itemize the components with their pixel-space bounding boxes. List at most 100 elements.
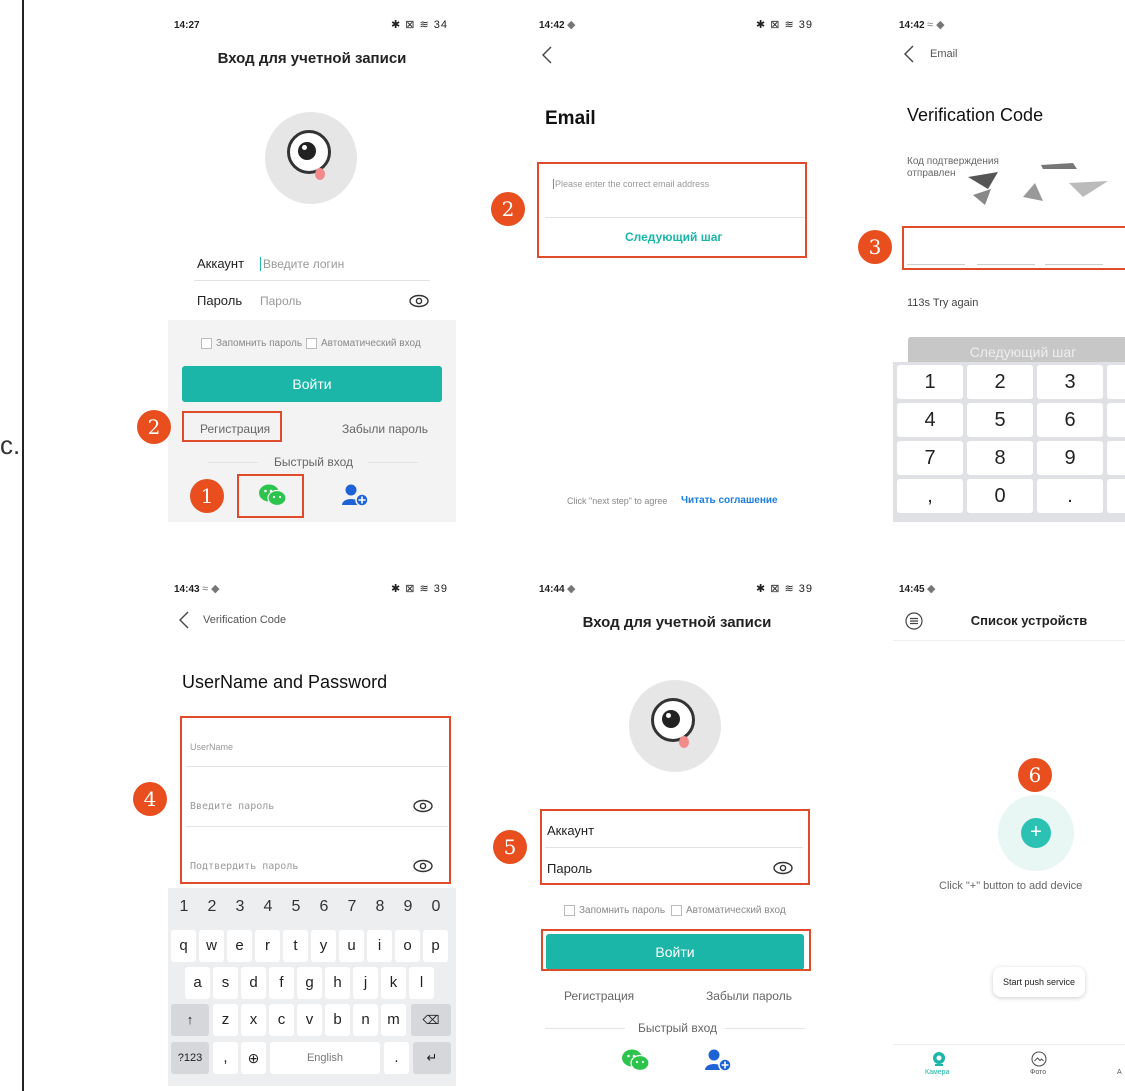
login-button[interactable]: Войти bbox=[182, 366, 442, 402]
show-password-icon[interactable] bbox=[409, 294, 429, 308]
key[interactable]: g bbox=[297, 967, 322, 999]
key[interactable]: s bbox=[213, 967, 238, 999]
key[interactable]: 1 bbox=[897, 365, 963, 399]
notification-icon: ≈ ◆ bbox=[202, 583, 220, 595]
key[interactable]: 7 bbox=[897, 441, 963, 475]
key[interactable]: t bbox=[283, 930, 308, 962]
password-input[interactable]: Пароль bbox=[260, 294, 302, 308]
key[interactable]: 3 bbox=[226, 898, 254, 916]
key[interactable]: 2 bbox=[198, 898, 226, 916]
photo-tab-icon[interactable] bbox=[1031, 1051, 1047, 1067]
key[interactable]: n bbox=[353, 1004, 378, 1036]
push-service-toast[interactable]: Start push service bbox=[993, 967, 1085, 997]
key[interactable]: 6 bbox=[310, 898, 338, 916]
enter-key[interactable]: ↵ bbox=[413, 1042, 451, 1074]
key[interactable]: i bbox=[367, 930, 392, 962]
key[interactable]: 8 bbox=[366, 898, 394, 916]
add-user-icon[interactable] bbox=[340, 483, 370, 507]
key[interactable]: h bbox=[325, 967, 350, 999]
key[interactable]: 9 bbox=[394, 898, 422, 916]
comma-key[interactable]: , bbox=[213, 1042, 238, 1074]
highlight-wechat bbox=[237, 474, 304, 518]
key[interactable] bbox=[1107, 365, 1125, 399]
key[interactable]: y bbox=[311, 930, 336, 962]
page-title: Email bbox=[545, 108, 596, 129]
status-bar: 14:42 ≈ ◆ bbox=[893, 12, 1125, 38]
divider bbox=[893, 640, 1125, 641]
key[interactable]: 0 bbox=[967, 479, 1033, 513]
key[interactable]: 1 bbox=[170, 898, 198, 916]
key[interactable]: , bbox=[897, 479, 963, 513]
back-arrow-icon[interactable] bbox=[903, 45, 915, 63]
tab-camera[interactable]: Камера bbox=[925, 1069, 949, 1076]
key[interactable]: m bbox=[381, 1004, 406, 1036]
add-user-icon[interactable] bbox=[703, 1048, 733, 1072]
key[interactable]: j bbox=[353, 967, 378, 999]
key[interactable]: 4 bbox=[897, 403, 963, 437]
key[interactable] bbox=[1107, 479, 1125, 513]
key[interactable]: o bbox=[395, 930, 420, 962]
period-key[interactable]: . bbox=[384, 1042, 409, 1074]
key[interactable]: . bbox=[1037, 479, 1103, 513]
key[interactable]: p bbox=[423, 930, 448, 962]
forgot-password-link[interactable]: Забыли пароль bbox=[342, 422, 428, 436]
divider bbox=[545, 1028, 625, 1029]
status-bar: 14:42 ◆ ✱ ⊠ ≋ 39 bbox=[533, 12, 821, 38]
key[interactable]: 3 bbox=[1037, 365, 1103, 399]
key[interactable]: 5 bbox=[967, 403, 1033, 437]
key[interactable]: 7 bbox=[338, 898, 366, 916]
key[interactable]: w bbox=[199, 930, 224, 962]
status-icons: ✱ ⊠ ≋ 34 bbox=[390, 19, 448, 31]
key[interactable]: c bbox=[269, 1004, 294, 1036]
auto-login-checkbox[interactable] bbox=[671, 905, 682, 916]
key[interactable]: 2 bbox=[967, 365, 1033, 399]
divider bbox=[208, 462, 258, 463]
key[interactable] bbox=[1107, 403, 1125, 437]
key[interactable]: f bbox=[269, 967, 294, 999]
account-input[interactable]: Введите логин bbox=[260, 257, 344, 271]
key[interactable]: 8 bbox=[967, 441, 1033, 475]
key[interactable]: 9 bbox=[1037, 441, 1103, 475]
globe-icon[interactable]: ⊕ bbox=[241, 1042, 266, 1074]
key[interactable]: e bbox=[227, 930, 252, 962]
symbols-key[interactable]: ?123 bbox=[171, 1042, 209, 1074]
key[interactable]: b bbox=[325, 1004, 350, 1036]
back-arrow-icon[interactable] bbox=[541, 46, 553, 64]
remember-checkbox[interactable] bbox=[564, 905, 575, 916]
wechat-icon[interactable] bbox=[621, 1048, 651, 1072]
auto-login-checkbox[interactable] bbox=[306, 338, 317, 349]
key[interactable]: 4 bbox=[254, 898, 282, 916]
key[interactable]: a bbox=[185, 967, 210, 999]
key[interactable]: k bbox=[381, 967, 406, 999]
key[interactable]: z bbox=[213, 1004, 238, 1036]
notification-icon: ◆ bbox=[927, 583, 936, 595]
tab-third[interactable]: A bbox=[1117, 1069, 1122, 1076]
key[interactable]: l bbox=[409, 967, 434, 999]
mascot-pupil bbox=[298, 142, 316, 160]
key[interactable]: u bbox=[339, 930, 364, 962]
register-link[interactable]: Регистрация bbox=[564, 989, 634, 1003]
back-arrow-icon[interactable] bbox=[178, 611, 190, 629]
key[interactable]: d bbox=[241, 967, 266, 999]
add-device-button[interactable]: + bbox=[1021, 818, 1051, 848]
camera-tab-icon[interactable] bbox=[931, 1051, 947, 1067]
space-key[interactable]: English bbox=[270, 1042, 380, 1074]
remember-checkbox[interactable] bbox=[201, 338, 212, 349]
backspace-key[interactable]: ⌫ bbox=[411, 1004, 451, 1036]
key[interactable]: 0 bbox=[422, 898, 450, 916]
shift-key[interactable]: ↑ bbox=[171, 1004, 209, 1036]
key[interactable]: r bbox=[255, 930, 280, 962]
notification-icon: ≈ ◆ bbox=[927, 19, 945, 31]
key[interactable]: v bbox=[297, 1004, 322, 1036]
tab-photo[interactable]: Фото bbox=[1030, 1069, 1046, 1076]
key[interactable]: q bbox=[171, 930, 196, 962]
agreement-link[interactable]: Читать соглашение bbox=[681, 495, 778, 506]
back-label[interactable]: Verification Code bbox=[203, 614, 286, 626]
key[interactable]: 5 bbox=[282, 898, 310, 916]
back-label[interactable]: Email bbox=[930, 48, 958, 60]
key[interactable]: 6 bbox=[1037, 403, 1103, 437]
key[interactable] bbox=[1107, 441, 1125, 475]
key[interactable]: x bbox=[241, 1004, 266, 1036]
mascot-tongue bbox=[315, 168, 325, 180]
forgot-password-link[interactable]: Забыли пароль bbox=[706, 989, 792, 1003]
